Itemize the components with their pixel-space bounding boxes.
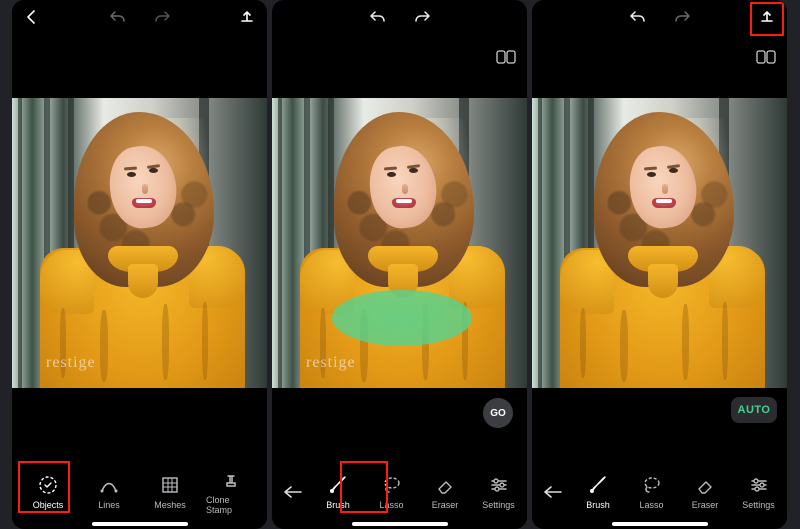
tool-label: Settings (482, 500, 515, 510)
tool-objects[interactable]: Objects (23, 474, 73, 510)
canvas-image[interactable]: restige (12, 98, 267, 388)
top-bar (12, 0, 267, 34)
home-indicator (352, 522, 448, 526)
clone-stamp-icon (220, 469, 242, 491)
go-label: GO (490, 408, 506, 419)
settings-icon (748, 474, 770, 496)
tool-label: Brush (326, 500, 350, 510)
watermark-text: restige (46, 354, 96, 372)
back-chevron-icon[interactable] (20, 5, 44, 29)
lasso-icon (381, 474, 403, 496)
undo-icon[interactable] (626, 5, 650, 29)
objects-icon (37, 474, 59, 496)
tool-eraser[interactable]: Eraser (680, 474, 730, 510)
tool-brush[interactable]: Brush (573, 474, 623, 510)
compare-icon[interactable] (495, 48, 517, 66)
tool-label: Settings (742, 500, 775, 510)
tool-clone-stamp[interactable]: Clone Stamp (206, 469, 256, 515)
canvas-image[interactable] (532, 98, 787, 388)
tool-label: Brush (586, 500, 610, 510)
tool-lasso[interactable]: Lasso (627, 474, 677, 510)
tool-label: Eraser (692, 500, 719, 510)
export-icon[interactable] (235, 5, 259, 29)
tool-settings[interactable]: Settings (734, 474, 784, 510)
bottom-toolbar: Brush Lasso Eraser Settings (272, 463, 527, 521)
tool-lines[interactable]: Lines (84, 474, 134, 510)
lasso-icon (641, 474, 663, 496)
tool-brush[interactable]: Brush (313, 474, 363, 510)
redo-icon[interactable] (410, 5, 434, 29)
tool-label: Lines (98, 500, 120, 510)
auto-button[interactable]: AUTO (731, 397, 777, 423)
bottom-toolbar: Brush Lasso Eraser Settings (532, 463, 787, 521)
watermark-text: restige (306, 354, 356, 372)
tool-meshes[interactable]: Meshes (145, 474, 195, 510)
top-bar (532, 0, 787, 34)
lines-icon (98, 474, 120, 496)
brush-mask-overlay (332, 290, 472, 346)
meshes-icon (159, 474, 181, 496)
compare-icon[interactable] (755, 48, 777, 66)
home-indicator (612, 522, 708, 526)
tutorial-triptych: { "watermark_text": "restige", "panels":… (0, 0, 800, 529)
auto-label: AUTO (738, 404, 771, 416)
redo-icon[interactable] (150, 5, 174, 29)
brush-icon (327, 474, 349, 496)
tool-label: Eraser (432, 500, 459, 510)
screen-2: restige GO Brush Lasso Eraser (272, 0, 527, 529)
tool-label: Clone Stamp (206, 495, 256, 515)
canvas-image[interactable]: restige (272, 98, 527, 388)
tool-label: Meshes (154, 500, 186, 510)
undo-icon[interactable] (366, 5, 390, 29)
settings-icon (488, 474, 510, 496)
bottom-toolbar: Objects Lines Meshes Clone Stamp (12, 463, 267, 521)
screen-3: AUTO Brush Lasso Eraser Sett (532, 0, 787, 529)
toolbar-back-icon[interactable] (276, 485, 310, 499)
tool-settings[interactable]: Settings (474, 474, 524, 510)
undo-icon[interactable] (106, 5, 130, 29)
tool-lasso[interactable]: Lasso (367, 474, 417, 510)
tool-eraser[interactable]: Eraser (420, 474, 470, 510)
top-bar (272, 0, 527, 34)
export-icon[interactable] (755, 5, 779, 29)
go-button[interactable]: GO (483, 398, 513, 428)
brush-icon (587, 474, 609, 496)
tool-label: Objects (33, 500, 64, 510)
eraser-icon (434, 474, 456, 496)
tool-label: Lasso (639, 500, 663, 510)
redo-icon[interactable] (670, 5, 694, 29)
screen-1: restige Objects Lines Meshes Clone Stamp (12, 0, 267, 529)
eraser-icon (694, 474, 716, 496)
tool-label: Lasso (379, 500, 403, 510)
toolbar-back-icon[interactable] (536, 485, 570, 499)
home-indicator (92, 522, 188, 526)
